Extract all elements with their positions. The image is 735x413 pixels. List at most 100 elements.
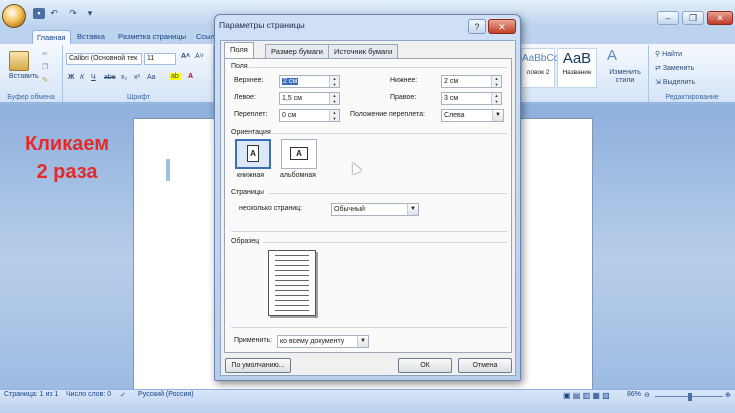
- change-styles-icon[interactable]: A: [607, 47, 617, 64]
- paste-icon[interactable]: [9, 51, 29, 71]
- gutter-position-label: Положение переплета:: [350, 111, 425, 118]
- change-case-icon[interactable]: Aa: [147, 74, 156, 81]
- spinner-arrows-icon[interactable]: ▲ ▼: [491, 93, 501, 104]
- status-page[interactable]: Страница: 1 из 1: [4, 391, 58, 398]
- view-buttons[interactable]: ▣ ▤ ▥ ▦ ▧: [563, 391, 610, 400]
- dialog-close-button[interactable]: ✕: [488, 19, 516, 34]
- save-icon[interactable]: ▪: [33, 8, 45, 19]
- bottom-label: Нижнее:: [390, 77, 418, 84]
- customize-qat-icon[interactable]: ▾: [84, 8, 96, 19]
- ok-button[interactable]: ОК: [398, 358, 452, 373]
- restore-button[interactable]: ❐: [682, 11, 704, 25]
- gutter-position-select[interactable]: Слева ▼: [441, 109, 504, 122]
- help-button[interactable]: ?: [468, 19, 486, 34]
- superscript-icon[interactable]: x²: [134, 74, 140, 81]
- divider: [273, 133, 507, 134]
- replace-icon: ⇄: [655, 65, 663, 72]
- undo-icon[interactable]: ↶: [48, 8, 60, 19]
- replace-button[interactable]: ⇄ Заменить: [655, 64, 694, 72]
- chevron-down-icon[interactable]: ▼: [492, 110, 503, 121]
- tab-page-layout[interactable]: Разметка страницы: [114, 30, 190, 44]
- gutter-spinner[interactable]: 0 см ▲ ▼: [279, 109, 340, 122]
- status-language[interactable]: Русский (Россия): [138, 391, 194, 398]
- tab-home[interactable]: Главная: [32, 30, 71, 44]
- tab-insert[interactable]: Вставка: [73, 30, 109, 44]
- left-margin-value: 1,5 см: [282, 95, 302, 102]
- replace-label: Заменить: [662, 65, 695, 72]
- zoom-slider-thumb[interactable]: [688, 393, 692, 401]
- status-zoom[interactable]: 86%: [627, 391, 641, 398]
- font-color-icon[interactable]: A: [188, 73, 193, 80]
- divider: [269, 193, 507, 194]
- apply-to-value: ко всему документу: [280, 338, 345, 345]
- highlight-icon[interactable]: ab: [169, 73, 181, 80]
- copy-icon[interactable]: ❐: [42, 63, 48, 71]
- landscape-label: альбомная: [280, 172, 316, 179]
- tab-paper-source[interactable]: Источник бумаги: [328, 44, 399, 58]
- bold-icon[interactable]: Ж: [68, 74, 74, 81]
- tab-margins[interactable]: Поля: [224, 42, 254, 58]
- style-heading2[interactable]: AaBbCc ловок 2: [521, 48, 559, 88]
- select-button[interactable]: ⇲ Выделить: [655, 78, 695, 86]
- orientation-landscape-button[interactable]: A: [281, 139, 317, 169]
- top-margin-value: 2 см: [282, 78, 299, 85]
- set-default-button[interactable]: По умолчанию...: [225, 358, 291, 373]
- group-font: Calibri (Основной тек 11 A˄ A˅ Ж К Ч abe…: [64, 45, 214, 102]
- subscript-icon[interactable]: x₂: [121, 74, 127, 81]
- right-margin-value: 3 см: [444, 95, 459, 102]
- redo-icon[interactable]: ↷: [67, 8, 79, 19]
- gutter-position-value: Слева: [444, 112, 465, 119]
- italic-icon[interactable]: К: [80, 74, 84, 81]
- orientation-portrait-button[interactable]: A: [235, 139, 271, 169]
- top-label: Верхнее:: [234, 77, 264, 84]
- office-button[interactable]: [2, 4, 26, 28]
- spinner-arrows-icon[interactable]: ▲ ▼: [329, 93, 339, 104]
- status-words[interactable]: Число слов: 0: [66, 391, 111, 398]
- style-title[interactable]: AaB Название: [557, 48, 597, 88]
- right-margin-spinner[interactable]: 3 см ▲ ▼: [441, 92, 502, 105]
- chevron-down-icon[interactable]: ▼: [407, 204, 418, 215]
- minimize-button[interactable]: –: [657, 11, 679, 25]
- chevron-down-icon[interactable]: ▼: [357, 336, 368, 347]
- group-styles: AaBbCc ловок 2 AaB Название A Изменить с…: [521, 45, 649, 102]
- format-painter-icon[interactable]: ✎: [42, 76, 48, 84]
- change-styles-label[interactable]: Изменить стили: [605, 69, 645, 85]
- dialog-title: Параметры страницы: [219, 20, 305, 30]
- style-heading2-preview: AaBbCc: [522, 53, 559, 64]
- spinner-arrows-icon[interactable]: ▲ ▼: [491, 76, 501, 87]
- left-margin-spinner[interactable]: 1,5 см ▲ ▼: [279, 92, 340, 105]
- page-setup-dialog: Параметры страницы ? ✕ Поля Размер бумаг…: [214, 14, 521, 381]
- divider: [231, 327, 507, 328]
- zoom-in-icon[interactable]: ⊕: [725, 391, 731, 399]
- select-label: Выделить: [662, 79, 696, 86]
- spellcheck-icon[interactable]: ✓: [120, 391, 126, 399]
- cancel-button[interactable]: Отмена: [458, 358, 512, 373]
- paste-label[interactable]: Вставить: [9, 73, 39, 80]
- group-label-font: Шрифт: [126, 94, 151, 101]
- overlay-caption: Кликаем 2 раза: [12, 130, 122, 186]
- preview-page: [268, 250, 316, 316]
- underline-icon[interactable]: Ч: [91, 74, 96, 81]
- dialog-body: Поля Размер бумаги Источник бумаги Поля …: [220, 40, 516, 376]
- cut-icon[interactable]: ✂: [42, 50, 48, 58]
- right-label: Правое:: [390, 94, 417, 101]
- shrink-font-icon[interactable]: A˅: [195, 53, 204, 60]
- grow-font-icon[interactable]: A˄: [181, 53, 190, 60]
- bottom-margin-spinner[interactable]: 2 см ▲ ▼: [441, 75, 502, 88]
- left-label: Левое:: [234, 94, 256, 101]
- find-button[interactable]: ⚲ Найти: [655, 50, 682, 58]
- font-size-box[interactable]: 11: [144, 53, 176, 65]
- spinner-arrows-icon[interactable]: ▲ ▼: [329, 110, 339, 121]
- spinner-arrows-icon[interactable]: ▲ ▼: [329, 76, 339, 87]
- find-label: Найти: [662, 51, 683, 58]
- zoom-out-icon[interactable]: ⊖: [644, 391, 650, 399]
- strikethrough-icon[interactable]: abe: [104, 74, 116, 81]
- top-margin-spinner[interactable]: 2 см ▲ ▼: [279, 75, 340, 88]
- multiple-pages-select[interactable]: Обычный ▼: [331, 203, 419, 216]
- apply-to-select[interactable]: ко всему документу ▼: [277, 335, 369, 348]
- section-pages-title: Страницы: [231, 189, 264, 196]
- close-button[interactable]: ✕: [707, 11, 733, 25]
- tab-paper-size[interactable]: Размер бумаги: [265, 44, 329, 58]
- section-margins-title: Поля: [231, 63, 248, 70]
- font-name-box[interactable]: Calibri (Основной тек: [66, 53, 142, 65]
